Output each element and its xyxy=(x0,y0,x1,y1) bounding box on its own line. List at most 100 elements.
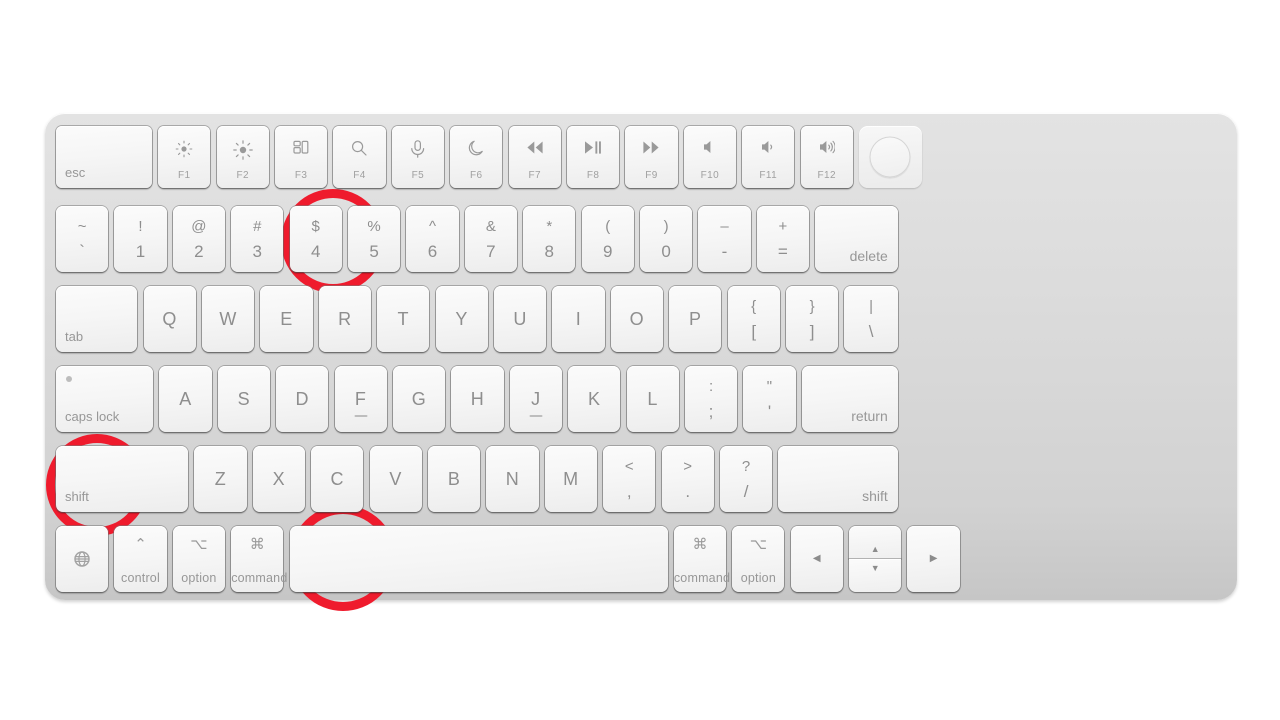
key-equal[interactable]: + = xyxy=(756,206,809,272)
key-legend: K xyxy=(587,389,601,409)
key-caps-lock[interactable]: caps lock xyxy=(56,366,154,432)
key-z[interactable]: Z xyxy=(194,446,247,512)
key-x[interactable]: X xyxy=(252,446,305,512)
key-option-left[interactable]: ⌥ option xyxy=(172,526,225,592)
key-arrow-up-down[interactable]: ▲ ▼ xyxy=(849,526,902,592)
play-pause-icon xyxy=(567,140,619,155)
key-f5[interactable]: F5 xyxy=(391,126,444,188)
key-legend: shift xyxy=(65,489,89,504)
key-backslash[interactable]: | \ xyxy=(844,286,898,352)
mute-icon xyxy=(684,140,736,154)
key-b[interactable]: B xyxy=(428,446,481,512)
key-minus[interactable]: – - xyxy=(698,206,751,272)
key-u[interactable]: U xyxy=(494,286,547,352)
key-n[interactable]: N xyxy=(486,446,539,512)
key-8[interactable]: * 8 xyxy=(523,206,576,272)
key-4[interactable]: $4 xyxy=(289,206,342,272)
key-m[interactable]: M xyxy=(544,446,597,512)
key-i[interactable]: I xyxy=(552,286,605,352)
key-legend-shifted: – xyxy=(720,218,729,236)
key-6[interactable]: ^ 6 xyxy=(406,206,459,272)
key-j[interactable]: J xyxy=(509,366,562,432)
key-e[interactable]: E xyxy=(260,286,313,352)
key-delete[interactable]: delete xyxy=(815,206,898,272)
key-tab[interactable]: tab xyxy=(56,286,138,352)
key-q[interactable]: Q xyxy=(143,286,196,352)
key-d[interactable]: D xyxy=(276,366,329,432)
key-0[interactable]: ) 0 xyxy=(640,206,693,272)
key-a[interactable]: A xyxy=(159,366,212,432)
key-command-right[interactable]: ⌘ command xyxy=(673,526,730,592)
key-g[interactable]: G xyxy=(392,366,446,432)
key-9[interactable]: (9 xyxy=(581,206,634,272)
key-legend-primary: \ xyxy=(868,322,874,342)
key-y[interactable]: Y xyxy=(435,286,488,352)
key-esc[interactable]: esc xyxy=(56,126,152,188)
key-legend: delete xyxy=(849,248,888,264)
key-k[interactable]: K xyxy=(568,366,621,432)
key-legend-primary: ] xyxy=(809,322,815,342)
key-arrow-left[interactable]: ◀ xyxy=(790,526,843,592)
key-s[interactable]: S xyxy=(217,366,270,432)
key-globe[interactable] xyxy=(56,526,109,592)
key-f2[interactable]: F2 xyxy=(216,126,269,188)
key-f6[interactable]: F6 xyxy=(450,126,503,188)
key-command-left[interactable]: ⌘ command xyxy=(231,526,287,592)
key-shift-left[interactable]: shift xyxy=(56,446,189,512)
key-o[interactable]: O xyxy=(610,286,663,352)
key-slash[interactable]: ? / xyxy=(720,446,773,512)
key-shift-right[interactable]: shift xyxy=(778,446,898,512)
key-v[interactable]: V xyxy=(369,446,422,512)
key-legend-primary: = xyxy=(777,242,788,262)
key-legend-primary: / xyxy=(743,482,749,502)
key-t[interactable]: T xyxy=(377,286,430,352)
key-c[interactable]: C xyxy=(311,446,364,512)
key-f1[interactable]: F1 xyxy=(158,126,211,188)
key-p[interactable]: P xyxy=(669,286,722,352)
key-7[interactable]: & 7 xyxy=(464,206,517,272)
key-5[interactable]: % 5 xyxy=(348,206,401,272)
key-r[interactable]: R xyxy=(318,286,371,352)
key-legend-shifted: @ xyxy=(191,218,207,236)
key-f4[interactable]: F4 xyxy=(333,126,386,188)
function-key-label: F12 xyxy=(817,169,836,181)
key-2[interactable]: @2 xyxy=(172,206,225,272)
key-control-left[interactable]: ⌃ control xyxy=(114,526,167,592)
key-l[interactable]: L xyxy=(626,366,679,432)
key-f12[interactable]: F12 xyxy=(800,126,853,188)
key-semicolon[interactable]: :; xyxy=(684,366,738,432)
key-f3[interactable]: F3 xyxy=(275,126,328,188)
key-h[interactable]: H xyxy=(451,366,504,432)
arrow-down-icon: ▼ xyxy=(870,563,880,573)
key-f7[interactable]: F7 xyxy=(508,126,561,188)
key-legend-primary: [ xyxy=(751,322,757,342)
key-option-right[interactable]: ⌥ option xyxy=(732,526,785,592)
key-bracket-left[interactable]: {[ xyxy=(727,286,780,352)
key-backtick[interactable]: ~ ` xyxy=(56,206,109,272)
key-f8[interactable]: F8 xyxy=(567,126,620,188)
key-comma[interactable]: <, xyxy=(603,446,656,512)
key-arrow-down[interactable]: ▼ xyxy=(849,559,902,592)
key-period[interactable]: >. xyxy=(661,446,714,512)
key-bracket-right[interactable]: }] xyxy=(786,286,839,352)
function-key-label: F2 xyxy=(236,169,249,181)
key-f[interactable]: F xyxy=(334,366,387,432)
key-1[interactable]: ! 1 xyxy=(114,206,167,272)
key-quote[interactable]: " ' xyxy=(743,366,796,432)
key-space[interactable] xyxy=(289,526,668,592)
key-3[interactable]: #3 xyxy=(231,206,284,272)
key-f9[interactable]: F9 xyxy=(625,126,678,188)
key-f11[interactable]: F11 xyxy=(742,126,795,188)
key-arrow-right[interactable]: ▶ xyxy=(907,526,960,592)
key-legend-shifted: } xyxy=(809,298,815,316)
key-return[interactable]: return xyxy=(801,366,898,432)
function-key-label: F6 xyxy=(470,169,483,181)
key-legend-shifted: ! xyxy=(138,218,143,236)
key-w[interactable]: W xyxy=(202,286,255,352)
key-touch-id[interactable] xyxy=(859,126,922,188)
key-legend-primary: , xyxy=(626,482,632,502)
key-f10[interactable]: F10 xyxy=(683,126,736,188)
key-arrow-up[interactable]: ▲ xyxy=(849,526,902,559)
function-key-label: F5 xyxy=(411,169,425,181)
key-legend: R xyxy=(338,309,352,329)
